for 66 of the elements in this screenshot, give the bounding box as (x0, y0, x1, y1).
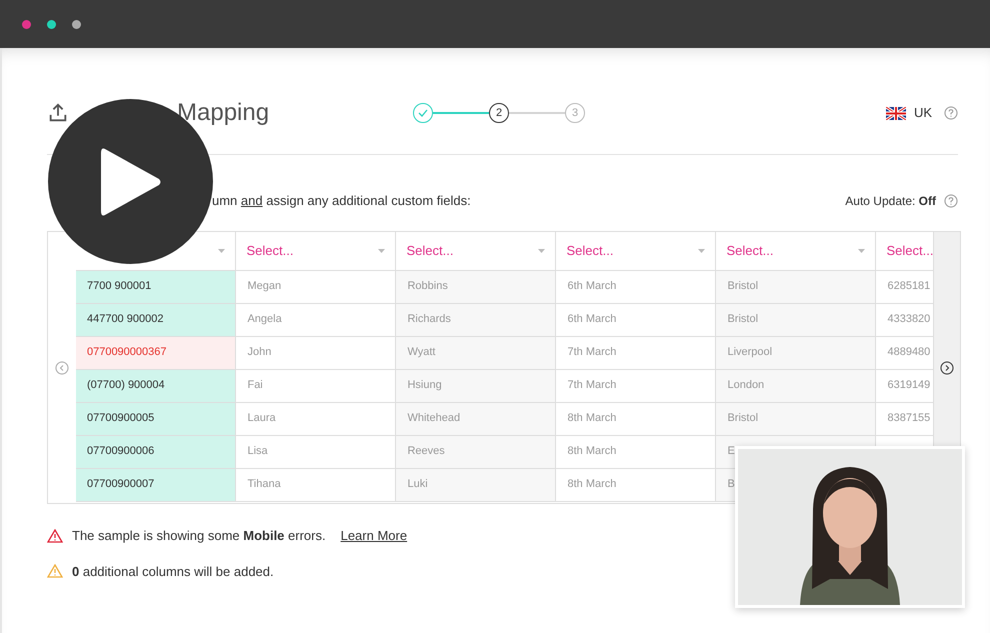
table-cell: Liverpool (716, 336, 876, 369)
scroll-left-icon[interactable] (54, 360, 69, 374)
table-cell: Lisa (236, 435, 396, 468)
table-cell: 8th March (556, 402, 716, 435)
table-cell: (07700) 900004 (76, 369, 236, 402)
table-cell: 6th March (556, 270, 716, 303)
link[interactable]: and (240, 193, 263, 208)
help-icon[interactable] (944, 106, 958, 120)
column-select[interactable]: Select... (246, 241, 294, 260)
table-cell: 7th March (556, 336, 716, 369)
table-cell: Robbins (396, 270, 556, 303)
table-cell: Fai (236, 369, 396, 402)
region-label[interactable]: UK (914, 103, 932, 123)
table-cell: 8th March (556, 468, 716, 501)
table-cell: 8th March (556, 435, 716, 468)
table-cell: 6th March (556, 303, 716, 336)
table-cell: Bristol (716, 303, 876, 336)
table-cell: 447700 900002 (76, 303, 236, 336)
table-cell: Luki (396, 468, 556, 501)
table-cell: Hsiung (396, 369, 556, 402)
table-cell: 07700900005 (76, 402, 236, 435)
caret-icon[interactable] (698, 248, 706, 253)
table-cell: 8387155 (876, 402, 934, 435)
caret-icon[interactable] (218, 248, 226, 253)
page-title: Mapping (177, 98, 270, 128)
table-cell: Bristol (716, 270, 876, 303)
caret-icon[interactable] (858, 248, 866, 253)
warning-icon (47, 528, 63, 543)
table-cell: 6319149 (876, 369, 934, 402)
caret-icon[interactable] (378, 248, 386, 253)
table-cell: 4333820 (876, 303, 934, 336)
column-select[interactable]: Select... (726, 241, 774, 260)
table-cell: Whitehead (396, 402, 556, 435)
table-cell: 6285181 (876, 270, 934, 303)
table-cell: Wyatt (396, 336, 556, 369)
table-cell: Megan (236, 270, 396, 303)
instruction-text: umn and assign any additional custom fields: (212, 192, 471, 210)
table-cell: Bristol (716, 402, 876, 435)
table-cell: Angela (236, 303, 396, 336)
step-number: 3 (565, 103, 586, 123)
auto-update-toggle[interactable]: Auto Update: Off (845, 192, 936, 210)
table-cell: 07700900006 (76, 435, 236, 468)
table-cell: London (716, 369, 876, 402)
upload-icon (47, 102, 69, 124)
help-icon[interactable] (944, 194, 958, 208)
scroll-right-icon[interactable] (940, 360, 954, 374)
table-cell: 07700900007 (76, 468, 236, 501)
table-cell: Laura (236, 402, 396, 435)
table-cell: John (236, 336, 396, 369)
table-cell: Richards (396, 303, 556, 336)
column-select[interactable]: Select... (886, 241, 934, 260)
table-cell: 4889480 (876, 336, 934, 369)
message-text: The sample is showing some Mobile errors. (72, 527, 326, 545)
learn-more-link[interactable]: Learn More (340, 526, 408, 546)
table-cell: 7th March (556, 369, 716, 402)
caret-icon[interactable] (538, 248, 546, 253)
table-cell: Reeves (396, 435, 556, 468)
table-cell: 0770090000367 (76, 336, 236, 369)
table-cell: 7700 900001 (76, 270, 236, 303)
warning-icon (47, 564, 63, 578)
step-number: 2 (489, 103, 510, 123)
table-cell: Tihana (236, 468, 396, 501)
column-select[interactable]: Select... (406, 241, 454, 260)
message-text: 0 additional columns will be added. (72, 562, 274, 580)
flag-icon (886, 106, 906, 120)
column-select[interactable]: Select... (566, 241, 614, 260)
